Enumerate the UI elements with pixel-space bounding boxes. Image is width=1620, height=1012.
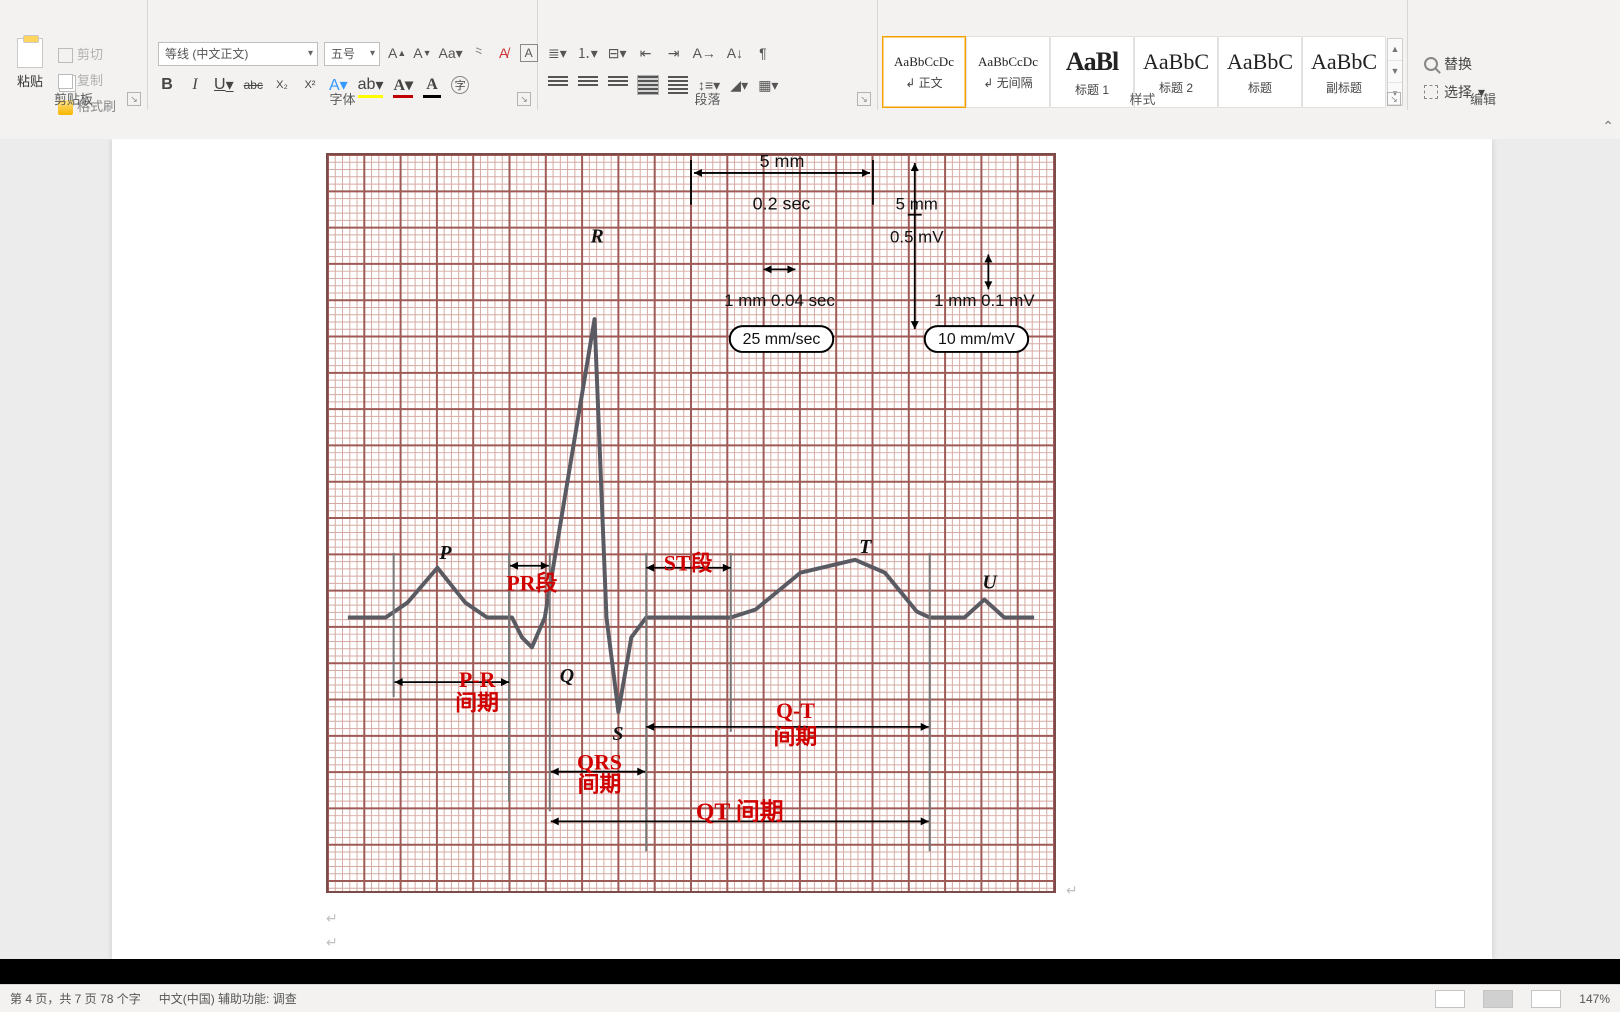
numbering-button[interactable]: ⒈▾ [577,42,598,64]
svg-text:U: U [982,572,998,594]
group-label: 编辑 [1408,89,1558,108]
group-label: 样式 [878,89,1407,108]
svg-text:间期: 间期 [774,725,818,749]
font-misc-row: A▲ A▼ Aa▾ ⺀ A̸ A [388,42,538,64]
page: 5 mm 0.2 sec 1 mm 0.04 sec 25 mm/sec 5 mm 0.5… [112,139,1492,959]
svg-text:1 mm 0.04 sec: 1 mm 0.04 sec [724,291,835,310]
multilevel-button[interactable]: ⊟▾ [608,42,627,64]
svg-text:R: R [590,226,604,248]
svg-text:10 mm/mV: 10 mm/mV [938,331,1015,348]
shrink-font-button[interactable]: A▼ [413,42,431,64]
font-family-combo[interactable]: 等线 (中文正文) [158,42,318,66]
show-marks-button[interactable]: ¶ [754,42,772,64]
find-icon [1424,57,1438,71]
sort-button[interactable]: A↓ [726,42,744,64]
replace-button[interactable]: 替换 [1424,50,1485,78]
copy-icon [58,74,73,89]
collapse-ribbon-button[interactable]: ⌃ [1602,118,1614,135]
group-label: 字体 [148,89,537,108]
svg-text:0.5 mV: 0.5 mV [890,228,944,247]
change-case-button[interactable]: Aa▾ [439,42,463,64]
dialog-launcher-icon[interactable]: ↘ [517,92,531,106]
group-editing: 替换 选择▾ 编辑 [1408,0,1558,110]
paragraph-mark-icon: ↵ [1066,883,1078,900]
svg-text:S: S [612,723,623,745]
clear-format-button[interactable]: A̸ [495,42,513,64]
svg-text:间期: 间期 [455,691,499,715]
svg-text:25 mm/sec: 25 mm/sec [743,331,821,348]
cut-icon [58,48,73,63]
svg-text:PR段: PR段 [506,571,557,596]
svg-text:P: P [438,542,452,564]
view-read-button[interactable] [1435,990,1465,1008]
clipboard-small-buttons: 剪切 复制 格式刷 [58,42,116,120]
ribbon: 粘贴 剪切 复制 格式刷 剪贴板 ↘ 等线 (中文正文) 五号 A▲ A▼ Aa… [0,0,1620,139]
paste-label: 粘贴 [17,74,43,89]
font-size-combo[interactable]: 五号 [324,42,380,66]
svg-text:QT 间期: QT 间期 [696,798,784,825]
dialog-launcher-icon[interactable]: ↘ [857,92,871,106]
group-paragraph: ≣▾ ⒈▾ ⊟▾ ⇤ ⇥ A→ A↓ ¶ ↕≡▾ ◢▾ ▦▾ 段落 ↘ [538,0,878,110]
svg-text:QRS: QRS [577,751,622,775]
group-label: 段落 [538,89,877,108]
svg-text:间期: 间期 [578,773,622,797]
cut-button[interactable]: 剪切 [58,42,116,68]
char-border-button[interactable]: A [520,44,538,62]
group-font: 等线 (中文正文) 五号 A▲ A▼ Aa▾ ⺀ A̸ A B I U▾ abc… [148,0,538,110]
svg-text:1 mm 0.1 mV: 1 mm 0.1 mV [934,291,1035,310]
dialog-launcher-icon[interactable]: ↘ [127,92,141,106]
group-label: 剪贴板 [0,89,147,108]
ltr-button[interactable]: A→ [693,42,716,64]
grow-font-button[interactable]: A▲ [388,42,406,64]
svg-text:Q: Q [560,665,574,687]
decrease-indent-button[interactable]: ⇤ [637,42,655,64]
status-bar: 第 4 页，共 7 页 78 个字 中文(中国) 辅助功能: 调查 147% [0,984,1620,1012]
language-status: 中文(中国) 辅助功能: 调查 [159,990,297,1007]
paragraph-mark-icon: ↵ [326,935,338,952]
bullets-button[interactable]: ≣▾ [548,42,567,64]
svg-text:P-R: P-R [459,668,496,692]
phonetic-button[interactable]: ⺀ [470,42,488,64]
svg-text:T: T [859,536,872,558]
group-clipboard: 粘贴 剪切 复制 格式刷 剪贴板 ↘ [0,0,148,110]
svg-text:5 mm: 5 mm [896,195,938,214]
ecg-diagram: 5 mm 0.2 sec 1 mm 0.04 sec 25 mm/sec 5 mm 0.5… [326,153,1056,893]
page-count: 第 4 页，共 7 页 78 个字 [10,990,141,1007]
paragraph-mark-icon: ↵ [326,911,338,928]
svg-text:5 mm: 5 mm [760,155,805,171]
zoom-level[interactable]: 147% [1579,992,1610,1006]
svg-text:Q-T: Q-T [776,699,815,723]
paste-icon [17,38,43,68]
svg-text:0.2 sec: 0.2 sec [753,194,811,214]
increase-indent-button[interactable]: ⇥ [665,42,683,64]
view-print-button[interactable] [1483,990,1513,1008]
document-area[interactable]: 5 mm 0.2 sec 1 mm 0.04 sec 25 mm/sec 5 mm 0.5… [0,139,1620,959]
svg-text:ST段: ST段 [664,551,713,576]
dialog-launcher-icon[interactable]: ↘ [1387,92,1401,106]
group-styles: AaBbCcDc↲ 正文AaBbCcDc↲ 无间隔AaBl标题 1AaBbC标题… [878,0,1408,110]
view-web-button[interactable] [1531,990,1561,1008]
